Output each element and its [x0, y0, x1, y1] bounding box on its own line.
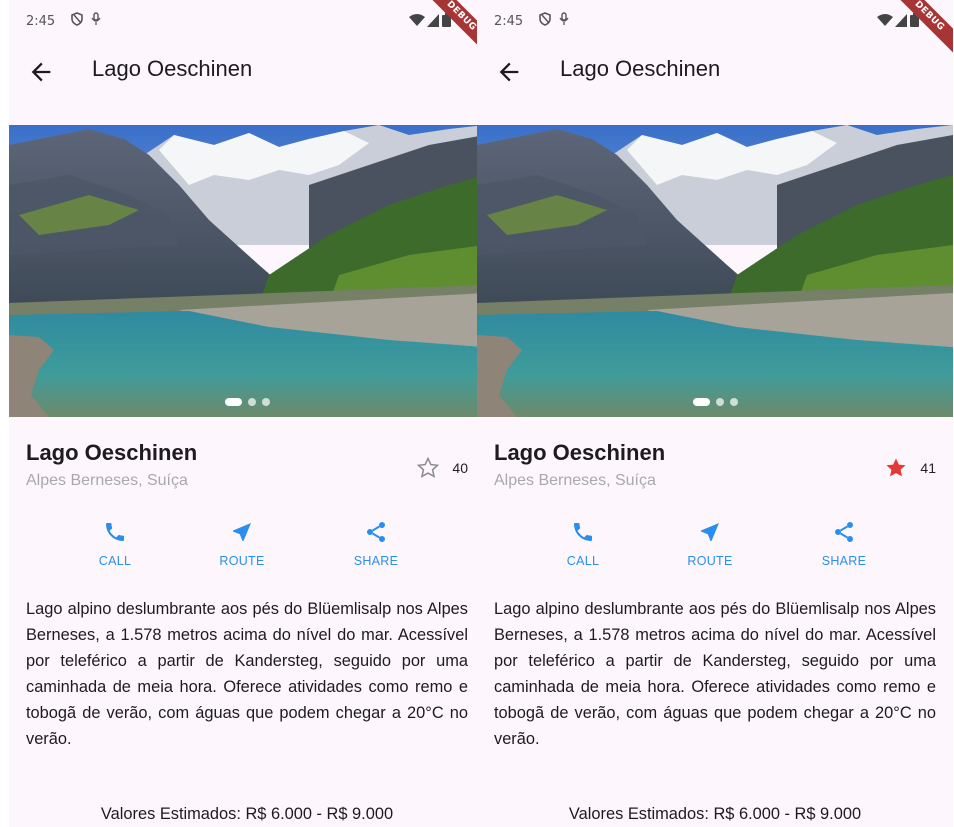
estimated-price: Valores Estimados: R$ 6.000 - R$ 9.000 — [568, 805, 862, 823]
arrow-left-icon[interactable] — [27, 58, 55, 86]
place-header: Lago Oeschinen Alpes Berneses, Suíça 40 — [26, 440, 468, 500]
signal-icon — [895, 13, 907, 27]
carousel-indicator — [477, 398, 953, 406]
phone-icon — [574, 523, 592, 541]
app-bar: Lago Oeschinen — [477, 44, 953, 100]
favorite-control: 41 — [884, 456, 936, 480]
status-left-icons — [539, 12, 573, 29]
carousel-dot-1[interactable] — [692, 398, 710, 406]
share-label: SHARE — [353, 554, 399, 568]
star-outline-icon[interactable] — [416, 456, 440, 480]
favorite-count: 41 — [920, 460, 936, 476]
status-time: 2:45 — [26, 14, 56, 29]
action-row: CALL ROUTE SHARE — [9, 520, 485, 580]
status-right-icons — [877, 13, 919, 27]
call-label: CALL — [566, 554, 600, 568]
wifi-icon — [409, 13, 425, 26]
carousel-indicator — [9, 398, 485, 406]
place-name: Lago Oeschinen — [494, 440, 666, 465]
carousel-dot-3[interactable] — [729, 398, 738, 406]
status-bar: 2:45 DEBUG — [477, 0, 953, 58]
image-carousel[interactable] — [477, 125, 953, 417]
place-location: Alpes Berneses, Suíça — [494, 472, 656, 489]
share-icon — [835, 522, 853, 542]
star-filled-icon[interactable] — [884, 456, 908, 480]
mic-icon — [91, 12, 101, 25]
favorite-control: 40 — [416, 456, 468, 480]
call-label: CALL — [98, 554, 132, 568]
signal-icon — [427, 13, 439, 27]
share-button[interactable]: SHARE — [799, 520, 889, 568]
lake-photo — [477, 125, 953, 417]
carousel-dot-3[interactable] — [261, 398, 270, 406]
carousel-dot-1[interactable] — [224, 398, 242, 406]
call-button[interactable]: CALL — [70, 520, 160, 568]
status-left-icons — [71, 12, 105, 29]
navigation-icon — [233, 523, 251, 541]
shield-icon — [539, 12, 569, 26]
lake-photo — [9, 125, 485, 417]
image-carousel[interactable] — [9, 125, 485, 417]
place-name: Lago Oeschinen — [26, 440, 198, 465]
navigation-icon — [701, 523, 719, 541]
favorite-count: 40 — [452, 460, 468, 476]
carousel-dot-2[interactable] — [715, 398, 724, 406]
place-location: Alpes Berneses, Suíça — [26, 472, 188, 489]
place-description: Lago alpino deslumbrante aos pés do Blüe… — [494, 600, 936, 748]
arrow-left-icon[interactable] — [495, 58, 523, 86]
app-title: Lago Oeschinen — [560, 56, 721, 81]
status-time: 2:45 — [494, 14, 524, 29]
wifi-icon — [877, 13, 893, 26]
route-button[interactable]: ROUTE — [197, 520, 287, 568]
share-icon — [367, 522, 385, 542]
phone-screen-right: 2:45 DEBUG Lago Oeschinen Lago Oeschinen… — [477, 0, 953, 827]
place-header: Lago Oeschinen Alpes Berneses, Suíça 41 — [494, 440, 936, 500]
phone-screen-left: 2:45 DEBUG Lago Oeschinen Lago Oeschinen… — [9, 0, 485, 827]
action-row: CALL ROUTE SHARE — [477, 520, 953, 580]
carousel-dot-2[interactable] — [247, 398, 256, 406]
estimated-price: Valores Estimados: R$ 6.000 - R$ 9.000 — [100, 805, 394, 823]
app-bar: Lago Oeschinen — [9, 44, 485, 100]
place-description: Lago alpino deslumbrante aos pés do Blüe… — [26, 600, 468, 748]
shield-icon — [71, 12, 101, 26]
route-label: ROUTE — [219, 554, 265, 568]
share-button[interactable]: SHARE — [331, 520, 421, 568]
share-label: SHARE — [821, 554, 867, 568]
status-bar: 2:45 DEBUG — [9, 0, 485, 58]
app-title: Lago Oeschinen — [92, 56, 253, 81]
route-label: ROUTE — [687, 554, 733, 568]
call-button[interactable]: CALL — [538, 520, 628, 568]
status-right-icons — [409, 13, 451, 27]
mic-icon — [559, 12, 569, 25]
phone-icon — [106, 523, 124, 541]
route-button[interactable]: ROUTE — [665, 520, 755, 568]
